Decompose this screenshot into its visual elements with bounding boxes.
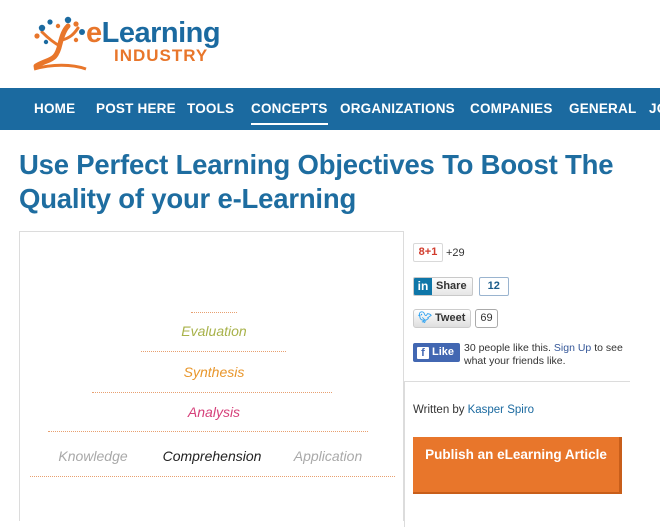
pyramid-divider (92, 392, 332, 393)
pyramid-divider (141, 351, 286, 352)
twitter-widget: 🐦︎ Tweet 69 (413, 309, 498, 329)
linkedin-count: 12 (478, 277, 509, 296)
pyramid-level-analysis: Analysis (187, 404, 241, 420)
gplus-count: +29 (446, 246, 465, 259)
facebook-icon: f (417, 347, 429, 359)
pyramid-level-synthesis: Synthesis (183, 364, 245, 380)
facebook-like-button[interactable]: f Like (413, 343, 460, 362)
article-image: Evaluation Synthesis Analysis Knowledge … (19, 231, 404, 521)
byline: Written by Kasper Spiro (413, 404, 535, 416)
nav-item-post-here[interactable]: POST HERE (96, 88, 176, 130)
linkedin-icon: in (414, 278, 432, 295)
gplus-button[interactable]: 8+1 (413, 243, 443, 262)
pyramid-level-evaluation: Evaluation (181, 323, 247, 339)
logo-subtitle: INDUSTRY (114, 46, 209, 65)
pyramid-level-application: Application (293, 448, 363, 464)
sidebar-border (404, 381, 405, 527)
site-header: eLearning INDUSTRY (0, 0, 660, 87)
tweet-button[interactable]: 🐦︎ Tweet (413, 309, 472, 328)
nav-item-companies[interactable]: COMPANIES (470, 88, 553, 130)
pyramid-divider (30, 476, 395, 477)
tree-logo-icon (33, 16, 87, 71)
article-title: Use Perfect Learning Objectives To Boost… (19, 149, 614, 214)
facebook-signup-link[interactable]: Sign Up (554, 342, 591, 354)
pyramid-divider (191, 312, 237, 313)
linkedin-widget: in Share 12 (413, 277, 509, 297)
publish-article-button[interactable]: Publish an eLearning Article (413, 437, 622, 494)
main-nav: HOME POST HERE TOOLS CONCEPTS ORGANIZATI… (0, 88, 660, 130)
sidebar-divider (404, 381, 630, 382)
nav-item-general[interactable]: GENERAL (569, 88, 636, 130)
site-logo[interactable]: eLearning INDUSTRY (32, 14, 232, 72)
nav-item-concepts[interactable]: CONCEPTS (251, 88, 328, 130)
pyramid-divider (48, 431, 368, 432)
linkedin-share-button[interactable]: in Share (413, 277, 473, 296)
tweet-count: 69 (475, 309, 498, 328)
author-link[interactable]: Kasper Spiro (468, 404, 534, 416)
facebook-widget: f Like 30 people like this. Sign Up to se… (413, 341, 633, 371)
nav-item-tools[interactable]: TOOLS (187, 88, 234, 130)
pyramid-level-knowledge: Knowledge (58, 448, 128, 464)
pyramid-level-comprehension: Comprehension (162, 448, 262, 464)
twitter-bird-icon: 🐦︎ (418, 312, 432, 324)
facebook-like-text: 30 people like this. Sign Up to see what… (464, 342, 623, 367)
nav-item-organizations[interactable]: ORGANIZATIONS (340, 88, 455, 130)
gplus-widget: 8+1 +29 (413, 243, 465, 263)
nav-item-home[interactable]: HOME (34, 88, 75, 130)
nav-item-jobs[interactable]: JO (649, 88, 660, 130)
